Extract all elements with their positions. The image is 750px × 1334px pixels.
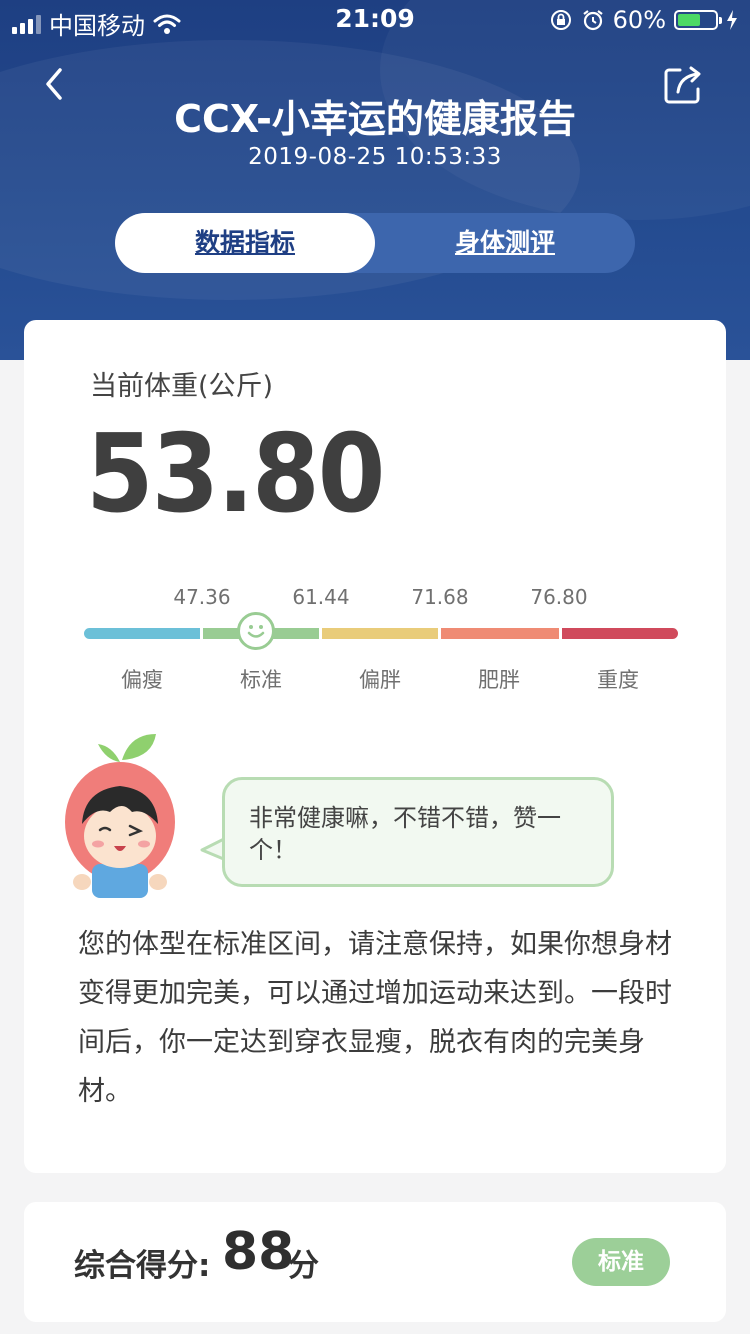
tab-bar: 数据指标 身体测评 <box>115 213 635 273</box>
scale-threshold: 76.80 <box>530 585 588 609</box>
battery-percent: 60% <box>612 6 666 34</box>
scale-segment-severe <box>562 628 678 639</box>
status-right: 60% <box>549 6 738 34</box>
tab-body-assessment[interactable]: 身体测评 <box>375 213 635 273</box>
score-unit: 分 <box>288 1248 319 1284</box>
scale-category: 重度 <box>597 668 639 692</box>
battery-fill <box>678 14 700 26</box>
advice-description: 您的体型在标准区间，请注意保持，如果你想身材变得更加完美，可以通过增加运动来达到… <box>78 929 672 1107</box>
status-badge: 标准 <box>572 1238 670 1286</box>
speech-bubble: 非常健康嘛，不错不错，赞一个！ <box>222 777 614 887</box>
scale-segment-overweight <box>322 628 438 639</box>
scale-segment-underweight <box>84 628 200 639</box>
weight-card: 当前体重(公斤) 53.80 47.36 61.44 71.68 76.80 偏… <box>24 320 726 1173</box>
weight-label: 当前体重(公斤) <box>90 371 274 402</box>
score-card: 综合得分: 88 分 标准 <box>24 1202 726 1322</box>
charging-icon <box>727 10 737 30</box>
scale-category: 肥胖 <box>478 668 520 692</box>
score-label: 综合得分: <box>74 1248 211 1284</box>
page-title: CCX-小幸运的健康报告 <box>174 97 576 141</box>
weight-value: 53.80 <box>86 412 385 537</box>
score-value: 88 <box>222 1222 295 1282</box>
header-background <box>0 0 750 360</box>
scale-segment-obese <box>441 628 559 639</box>
alarm-icon <box>582 10 603 31</box>
scale-category: 偏瘦 <box>121 668 163 692</box>
speech-bubble-text: 非常健康嘛，不错不错，赞一个！ <box>249 804 561 864</box>
tab-data-metrics[interactable]: 数据指标 <box>115 213 375 273</box>
scale-threshold: 47.36 <box>173 585 231 609</box>
peach-mascot-icon <box>65 734 175 898</box>
lock-rotation-icon <box>550 10 571 30</box>
report-datetime: 2019-08-25 10:53:33 <box>248 144 502 170</box>
status-bar: 中国移动 21:09 60% <box>0 0 750 40</box>
battery-icon <box>674 10 722 30</box>
scale-category: 标准 <box>240 668 282 692</box>
smiley-indicator-icon <box>237 612 275 650</box>
scale-category: 偏胖 <box>359 668 401 692</box>
scale-threshold: 61.44 <box>292 585 350 609</box>
scale-threshold: 71.68 <box>411 585 469 609</box>
